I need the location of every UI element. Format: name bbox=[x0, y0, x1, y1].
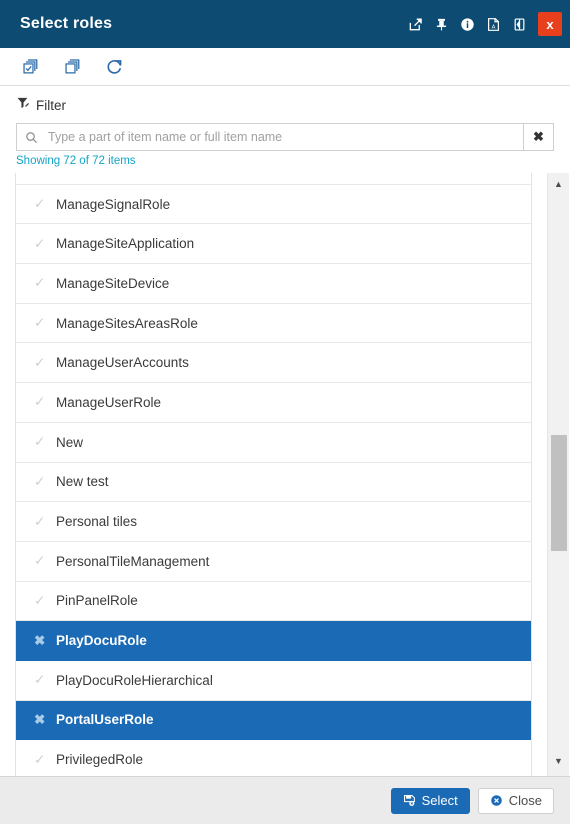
dialog-titlebar: Select roles A x bbox=[0, 0, 570, 48]
item-check-icon: ✓ bbox=[34, 473, 46, 489]
item-check-icon: ✓ bbox=[34, 553, 46, 569]
list-item-label: New bbox=[56, 434, 84, 450]
search-row: ✖ bbox=[16, 123, 554, 151]
search-input[interactable] bbox=[46, 129, 523, 145]
info-icon[interactable] bbox=[454, 11, 480, 37]
roles-list-frame: ✓ ManageSignalRole ✓ ManageSiteApplication ✓… bbox=[15, 173, 532, 776]
item-check-icon: ✓ bbox=[34, 592, 46, 608]
open-in-new-window-icon[interactable] bbox=[402, 11, 428, 37]
list-item-label: PrivilegedRole bbox=[56, 752, 144, 768]
deselect-all-button[interactable] bbox=[58, 53, 86, 81]
page-title: Select roles bbox=[20, 15, 113, 32]
roles-list: ✓ ManageSignalRole ✓ ManageSiteApplication ✓… bbox=[16, 173, 531, 776]
search-icon bbox=[25, 131, 38, 144]
item-check-icon: ✓ bbox=[34, 394, 46, 410]
list-item[interactable]: ✓ ManageSitesAreasRole bbox=[16, 303, 531, 344]
list-item-label: PersonalTileManagement bbox=[56, 553, 210, 569]
item-check-icon: ✓ bbox=[34, 354, 46, 370]
cancel-circle-icon bbox=[490, 794, 503, 807]
list-item-label: PlayDocuRole bbox=[56, 633, 147, 649]
item-check-icon: ✓ bbox=[34, 513, 46, 529]
item-check-icon: ✓ bbox=[34, 672, 46, 688]
refresh-button[interactable] bbox=[100, 53, 128, 81]
item-check-icon: ✓ bbox=[34, 235, 46, 251]
list-item-label: ManageSitesAreasRole bbox=[56, 315, 198, 331]
item-check-icon: ✓ bbox=[34, 751, 46, 767]
item-selected-x-icon: ✖ bbox=[34, 711, 46, 727]
list-item-label: New test bbox=[56, 474, 109, 490]
item-check-icon: ✓ bbox=[34, 275, 46, 291]
filter-header: Filter bbox=[16, 96, 554, 115]
list-item-label: Personal tiles bbox=[56, 514, 138, 530]
clear-filter-button[interactable]: ✖ bbox=[524, 123, 554, 151]
select-button-label: Select bbox=[421, 793, 458, 808]
filter-section: Filter ✖ Showing 72 of 72 items bbox=[0, 86, 570, 173]
list-item[interactable]: ✓ PrivilegedRole bbox=[16, 740, 531, 776]
close-window-button[interactable]: x bbox=[538, 12, 562, 36]
list-item[interactable]: ✖ PortalUserRole bbox=[16, 700, 531, 741]
list-item[interactable]: ✓ New bbox=[16, 422, 531, 463]
search-box[interactable] bbox=[16, 123, 524, 151]
list-item[interactable]: ✓ PlayDocuRoleHierarchical bbox=[16, 660, 531, 701]
list-item[interactable]: ✖ PlayDocuRole bbox=[16, 621, 531, 661]
list-item-label: ManageSiteDevice bbox=[56, 275, 170, 291]
toggle-panel-icon[interactable] bbox=[506, 11, 532, 37]
list-item-partial[interactable] bbox=[16, 173, 531, 185]
svg-text:A: A bbox=[491, 24, 495, 30]
close-button-label: Close bbox=[508, 793, 542, 808]
list-item[interactable]: ✓ New test bbox=[16, 462, 531, 503]
filter-icon bbox=[16, 96, 30, 115]
list-scrollbar[interactable]: ▲ ▼ bbox=[547, 173, 569, 776]
list-item-label: PinPanelRole bbox=[56, 593, 138, 609]
showing-count-text: Showing 72 of 72 items bbox=[16, 155, 136, 167]
titlebar-icon-group: A x bbox=[402, 11, 562, 37]
select-all-button[interactable] bbox=[16, 53, 44, 81]
list-item[interactable]: ✓ ManageUserAccounts bbox=[16, 343, 531, 384]
dialog-toolbar bbox=[0, 48, 570, 86]
pin-icon[interactable] bbox=[428, 11, 454, 37]
item-selected-x-icon: ✖ bbox=[34, 632, 46, 648]
scroll-up-arrow-icon[interactable]: ▲ bbox=[548, 175, 569, 193]
scrollbar-thumb[interactable] bbox=[551, 435, 567, 551]
list-item-label: ManageUserAccounts bbox=[56, 355, 189, 371]
list-item-label: ManageSiteApplication bbox=[56, 236, 195, 252]
save-disk-icon bbox=[403, 794, 416, 807]
item-check-icon: ✓ bbox=[34, 315, 46, 331]
list-item-label: ManageUserRole bbox=[56, 394, 162, 410]
list-item[interactable]: ✓ ManageUserRole bbox=[16, 383, 531, 423]
item-check-icon: ✓ bbox=[34, 196, 46, 212]
list-item-label: PlayDocuRoleHierarchical bbox=[56, 672, 213, 688]
list-item[interactable]: ✓ ManageSignalRole bbox=[16, 184, 531, 225]
select-roles-dialog: Select roles A x Filter Type a part of i… bbox=[0, 0, 570, 824]
scroll-down-arrow-icon[interactable]: ▼ bbox=[548, 752, 569, 770]
export-pdf-icon[interactable]: A bbox=[480, 11, 506, 37]
dialog-footer: Select Close bbox=[0, 776, 570, 824]
roles-list-container: ✓ ManageSignalRole ✓ ManageSiteApplication ✓… bbox=[0, 173, 570, 776]
filter-label: Filter bbox=[36, 98, 66, 113]
list-item[interactable]: ✓ PersonalTileManagement bbox=[16, 541, 531, 582]
list-item-label: ManageSignalRole bbox=[56, 196, 171, 212]
select-button[interactable]: Select bbox=[390, 787, 470, 814]
close-button[interactable]: Close bbox=[477, 787, 554, 814]
list-item[interactable]: ✓ ManageSiteDevice bbox=[16, 264, 531, 304]
list-item-label: PortalUserRole bbox=[56, 712, 154, 728]
item-check-icon: ✓ bbox=[34, 434, 46, 450]
list-item[interactable]: ✓ PinPanelRole bbox=[16, 581, 531, 622]
list-item[interactable]: ✓ ManageSiteApplication bbox=[16, 224, 531, 265]
list-item[interactable]: ✓ Personal tiles bbox=[16, 502, 531, 542]
